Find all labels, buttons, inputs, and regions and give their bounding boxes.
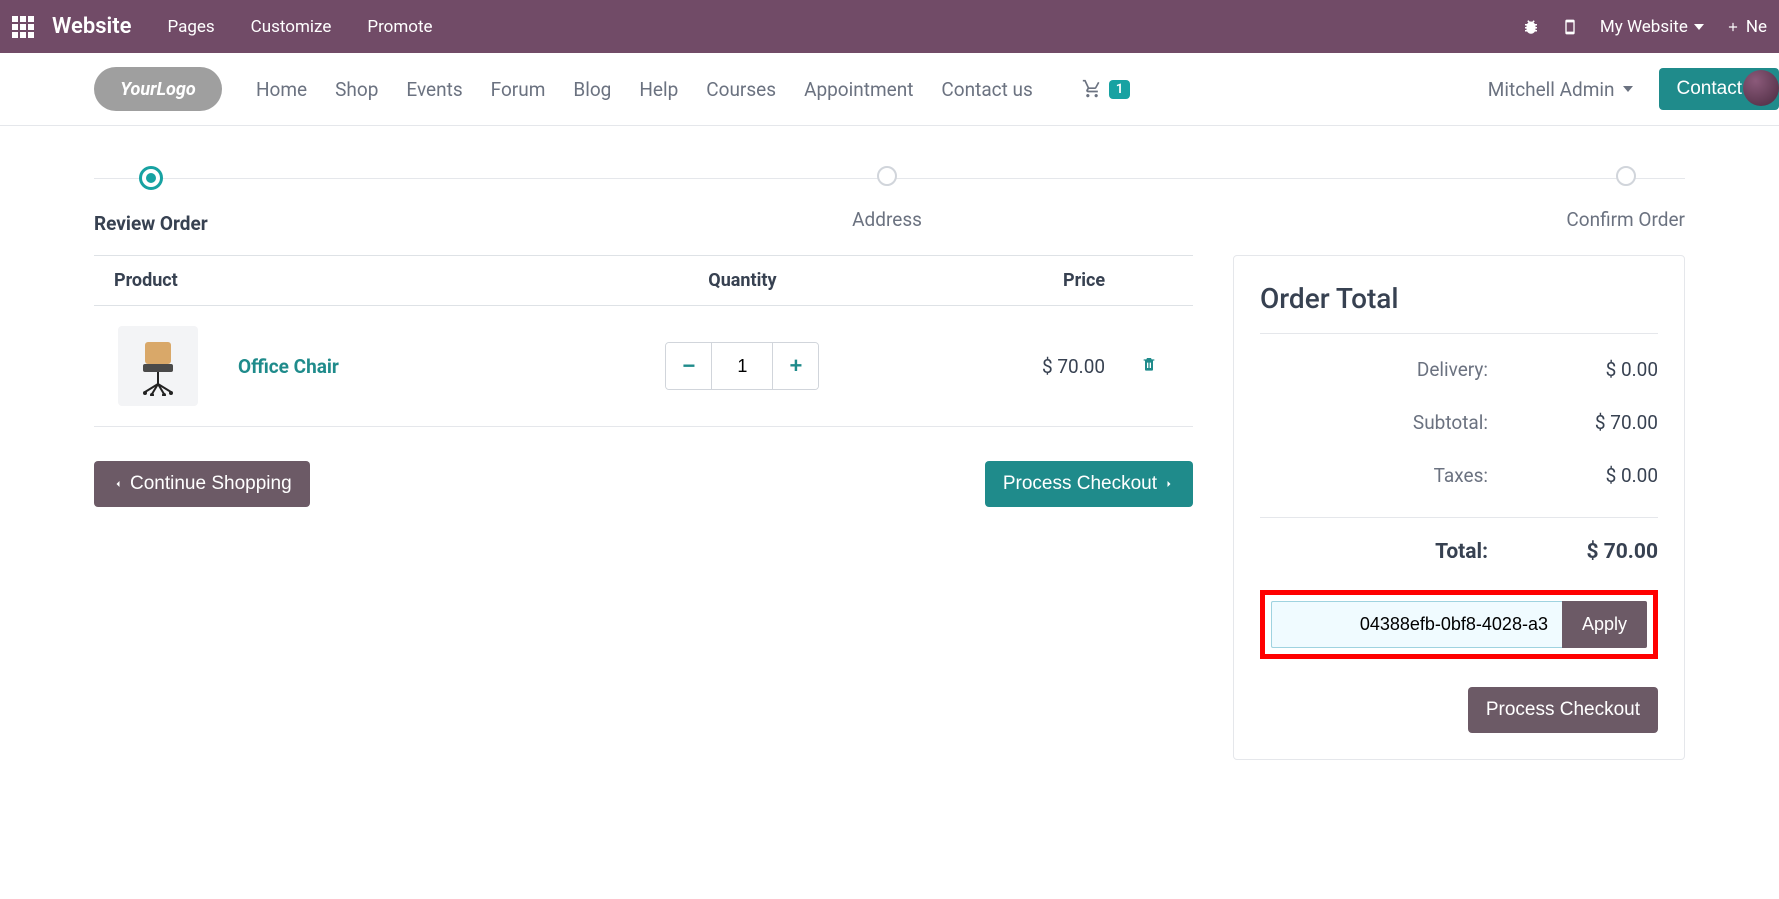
nav-courses[interactable]: Courses — [706, 78, 776, 101]
step-review-order[interactable]: Review Order — [94, 166, 208, 235]
order-total-panel: Order Total Delivery: $ 0.00 Subtotal: $… — [1233, 255, 1685, 760]
mobile-icon[interactable] — [1562, 17, 1578, 37]
nav-appointment[interactable]: Appointment — [804, 78, 913, 101]
odoo-topbar: Website Pages Customize Promote My Websi… — [0, 0, 1779, 53]
subtotal-value: $ 70.00 — [1548, 411, 1658, 434]
nav-home[interactable]: Home — [256, 78, 307, 101]
product-image[interactable] — [118, 326, 198, 406]
subtotal-label: Subtotal: — [1308, 411, 1488, 434]
process-checkout-button[interactable]: Process Checkout — [985, 461, 1193, 507]
nav-shop[interactable]: Shop — [335, 78, 378, 101]
my-website-dropdown[interactable]: My Website — [1600, 17, 1704, 37]
order-total-title: Order Total — [1260, 282, 1658, 315]
cart-row: Office Chair − + $ 70.00 — [94, 306, 1193, 427]
total-label: Total: — [1308, 540, 1488, 564]
process-checkout-button-side[interactable]: Process Checkout — [1468, 687, 1658, 733]
col-header-quantity: Quantity — [600, 270, 886, 291]
process-checkout-label: Process Checkout — [1003, 473, 1157, 495]
qty-increase-button[interactable]: + — [772, 343, 818, 389]
checkout-steps: Review Order Address Confirm Order — [0, 126, 1779, 255]
taxes-value: $ 0.00 — [1548, 464, 1658, 487]
apply-coupon-button[interactable]: Apply — [1562, 601, 1647, 648]
step-dot — [1616, 166, 1636, 186]
site-logo[interactable]: YourLogo — [94, 67, 222, 111]
step-address[interactable]: Address — [852, 166, 922, 231]
continue-shopping-button[interactable]: Continue Shopping — [94, 461, 310, 507]
total-value: $ 70.00 — [1548, 540, 1658, 564]
menu-promote[interactable]: Promote — [367, 17, 432, 37]
nav-contactus[interactable]: Contact us — [941, 78, 1032, 101]
new-button[interactable]: Ne — [1726, 17, 1767, 37]
product-name-link[interactable]: Office Chair — [238, 355, 339, 378]
menu-customize[interactable]: Customize — [251, 17, 332, 37]
taxes-label: Taxes: — [1308, 464, 1488, 487]
coupon-highlight: Apply — [1260, 590, 1658, 659]
theme-droplet-icon[interactable] — [1743, 70, 1779, 106]
step-dot — [877, 166, 897, 186]
item-price: $ 70.00 — [885, 355, 1105, 378]
cart-table: Product Quantity Price Office Chair − + … — [94, 255, 1193, 507]
continue-shopping-label: Continue Shopping — [130, 473, 292, 495]
step-label: Confirm Order — [1566, 208, 1685, 231]
delivery-value: $ 0.00 — [1548, 358, 1658, 381]
caret-down-icon — [1694, 24, 1704, 30]
caret-down-icon — [1623, 86, 1633, 92]
remove-item-button[interactable] — [1105, 355, 1193, 377]
step-label: Address — [852, 208, 922, 231]
my-website-label: My Website — [1600, 17, 1688, 37]
qty-input[interactable] — [712, 343, 772, 389]
user-dropdown[interactable]: Mitchell Admin — [1488, 78, 1633, 101]
step-confirm-order[interactable]: Confirm Order — [1566, 166, 1685, 231]
cart-badge: 1 — [1109, 80, 1130, 99]
nav-events[interactable]: Events — [406, 78, 462, 101]
step-dot-active — [139, 166, 163, 190]
apps-grid-icon[interactable] — [12, 16, 34, 38]
bug-icon[interactable] — [1522, 18, 1540, 36]
qty-decrease-button[interactable]: − — [666, 343, 712, 389]
quantity-stepper: − + — [665, 342, 819, 390]
nav-blog[interactable]: Blog — [573, 78, 611, 101]
nav-forum[interactable]: Forum — [491, 78, 546, 101]
new-label: Ne — [1746, 17, 1767, 37]
cart-link[interactable]: 1 — [1081, 79, 1130, 99]
menu-pages[interactable]: Pages — [167, 17, 214, 37]
nav-help[interactable]: Help — [639, 78, 678, 101]
app-name[interactable]: Website — [52, 14, 131, 39]
coupon-input[interactable] — [1271, 601, 1562, 648]
col-header-product: Product — [94, 270, 600, 291]
col-header-price: Price — [885, 270, 1105, 291]
step-label: Review Order — [94, 212, 208, 235]
user-name: Mitchell Admin — [1488, 78, 1615, 101]
site-nav: YourLogo Home Shop Events Forum Blog Hel… — [0, 53, 1779, 126]
delivery-label: Delivery: — [1308, 358, 1488, 381]
